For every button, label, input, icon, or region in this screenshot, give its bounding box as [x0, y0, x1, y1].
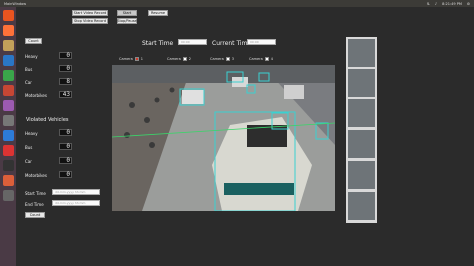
start-time-field[interactable]: 00:00	[178, 39, 207, 45]
calc-icon[interactable]	[2, 70, 14, 81]
settings-app-icon[interactable]	[2, 115, 14, 126]
bus-label: Bus	[25, 67, 33, 72]
ubuntu-icon[interactable]	[2, 10, 14, 21]
impress-icon[interactable]	[2, 85, 14, 96]
camera-2-number: 2	[188, 57, 191, 61]
volume-icon[interactable]: ♪	[435, 2, 437, 6]
trash-icon[interactable]	[2, 190, 14, 201]
car-label: Car	[25, 80, 32, 85]
thumbnail[interactable]	[348, 161, 375, 189]
camera-1-label: Camera	[119, 57, 133, 61]
motorbikes-label: Motorbikes	[25, 93, 47, 98]
main-window: Start Video Record Stop Video Record Sta…	[16, 7, 474, 266]
thumbnail[interactable]	[348, 39, 375, 67]
violated-bus-label: Bus	[25, 145, 33, 150]
camera-3-toggle[interactable]: Camera 3	[210, 57, 234, 61]
violated-heavy-count: 0	[59, 129, 72, 136]
stop-pause-button[interactable]: Stop/Pause	[117, 18, 137, 24]
files-icon[interactable]	[2, 40, 14, 51]
software-icon[interactable]	[2, 100, 14, 111]
filter-end-input[interactable]: dd-mm-yyyy hh:mm	[52, 200, 100, 206]
thumbnail[interactable]	[348, 192, 375, 220]
terminal-icon[interactable]	[2, 160, 14, 171]
camera-2-label: Camera	[167, 57, 181, 61]
app-icon[interactable]	[2, 175, 14, 186]
motorbikes-count: 43	[59, 91, 72, 98]
heavy-count: 0	[59, 52, 72, 59]
camera-4-toggle[interactable]: Camera 4	[249, 57, 273, 61]
settings-icon[interactable]: ⚙	[467, 2, 470, 6]
violated-motorbikes-count: 0	[59, 171, 72, 178]
writer-icon[interactable]	[2, 55, 14, 66]
video-feed[interactable]	[112, 65, 335, 211]
camera-4-number: 4	[270, 57, 273, 61]
start-time-label: Start Time	[142, 40, 174, 47]
camera-1-number: 1	[140, 57, 143, 61]
heavy-label: Heavy	[25, 54, 38, 59]
thumbnail[interactable]	[348, 69, 375, 97]
launcher	[0, 7, 16, 266]
firefox-icon[interactable]	[2, 25, 14, 36]
camera-4-checkbox[interactable]	[264, 57, 269, 61]
filter-count-button[interactable]: Count	[25, 212, 45, 218]
filter-start-label: Start Time	[25, 191, 46, 196]
violated-title: Violated Vehicles	[26, 117, 69, 123]
violated-bus-count: 0	[59, 143, 72, 150]
camera-3-checkbox[interactable]	[225, 57, 230, 61]
camera-1-toggle[interactable]: Camera 1	[119, 57, 143, 61]
stop-record-button[interactable]: Stop Video Record	[72, 18, 108, 24]
camera-2-checkbox[interactable]	[182, 57, 187, 61]
filter-end-label: End Time	[25, 202, 44, 207]
camera-1-checkbox[interactable]	[134, 57, 139, 61]
filter-start-input[interactable]: dd-mm-yyyy hh:mm	[52, 189, 100, 195]
car-count: 8	[59, 78, 72, 85]
bus-count: 0	[59, 65, 72, 72]
resume-button[interactable]: Resume	[148, 10, 168, 16]
camera-3-number: 3	[231, 57, 234, 61]
window-title: MainWindow	[4, 1, 27, 6]
count-button[interactable]: Count	[25, 38, 42, 44]
camera-3-label: Camera	[210, 57, 224, 61]
vscode-icon[interactable]	[2, 130, 14, 141]
chrome-icon[interactable]	[2, 145, 14, 156]
thumbnail-strip	[346, 37, 377, 223]
top-panel: MainWindow ⇅ ♪ 8:21:49 PM ⚙	[0, 0, 474, 7]
violated-car-count: 0	[59, 157, 72, 164]
camera-4-label: Camera	[249, 57, 263, 61]
system-tray: ⇅ ♪ 8:21:49 PM ⚙	[427, 2, 470, 6]
start-button[interactable]: Start	[117, 10, 137, 16]
camera-2-toggle[interactable]: Camera 2	[167, 57, 191, 61]
violated-motorbikes-label: Motorbikes	[25, 173, 47, 178]
current-time-label: Current Time	[212, 40, 252, 47]
start-record-button[interactable]: Start Video Record	[72, 10, 108, 16]
thumbnail[interactable]	[348, 99, 375, 127]
network-icon[interactable]: ⇅	[427, 2, 430, 6]
thumbnail[interactable]	[348, 130, 375, 158]
violated-heavy-label: Heavy	[25, 131, 38, 136]
violated-car-label: Car	[25, 159, 32, 164]
video-frame	[112, 65, 335, 211]
current-time-field[interactable]: 00:00	[247, 39, 276, 45]
clock[interactable]: 8:21:49 PM	[442, 2, 462, 6]
